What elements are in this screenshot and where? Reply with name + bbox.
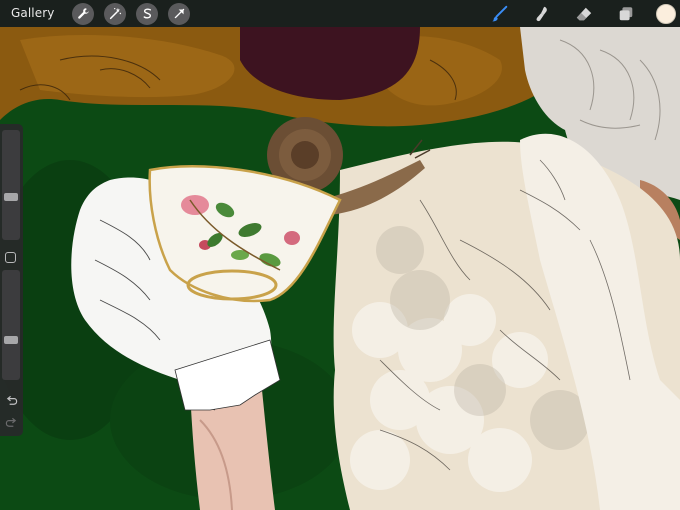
gallery-button[interactable]: Gallery [0,0,62,27]
arrow-cursor-icon [174,8,185,19]
selection-button[interactable] [136,2,159,25]
brush-icon [492,5,508,21]
opacity-slider-thumb[interactable] [4,336,18,344]
eraser-icon [576,7,592,20]
transform-button[interactable] [168,2,191,25]
right-toolbar [488,0,680,27]
brush-size-slider[interactable] [2,130,20,240]
smudge-tool-button[interactable] [530,2,554,26]
left-sidebar [0,124,23,436]
adjustments-button[interactable] [104,2,127,25]
eraser-tool-button[interactable] [572,2,596,26]
wrench-icon [78,8,89,19]
undo-button[interactable] [4,394,19,407]
redo-arrow-icon [5,417,17,427]
selection-s-icon [143,8,151,19]
smudge-icon [536,6,547,21]
opacity-slider[interactable] [2,270,20,380]
layers-icon [619,6,633,20]
artwork [0,0,680,510]
brush-size-slider-thumb[interactable] [4,193,18,201]
modify-button[interactable] [5,252,16,263]
undo-arrow-icon [6,395,18,405]
layers-button[interactable] [614,2,638,26]
paint-tool-button[interactable] [488,2,512,26]
actions-button[interactable] [72,2,95,25]
magic-wand-icon [109,7,122,20]
redo-button[interactable] [4,416,19,429]
color-picker-swatch[interactable] [656,3,676,24]
top-toolbar: Gallery [0,0,680,27]
drawing-canvas[interactable] [0,0,680,510]
